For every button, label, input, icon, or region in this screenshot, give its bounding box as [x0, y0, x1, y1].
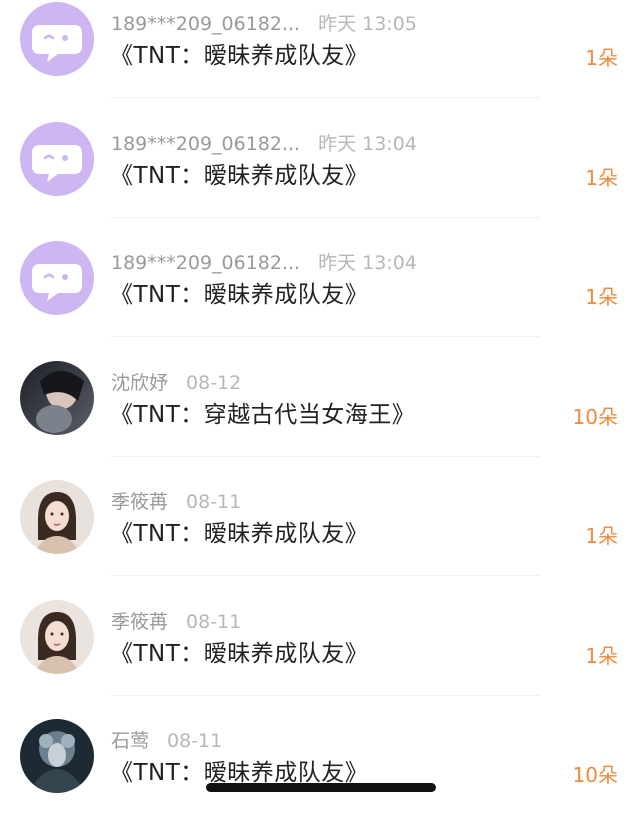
photo-avatar — [20, 599, 94, 674]
timestamp: 昨天 13:04 — [318, 132, 417, 155]
home-indicator[interactable] — [206, 783, 436, 792]
book-title[interactable]: 《TNT：暧昧养成队友》 — [110, 753, 368, 787]
photo-avatar — [20, 719, 94, 793]
list-item[interactable]: 季筱苒 08-11 《TNT：暧昧养成队友》 1朵 — [0, 478, 640, 598]
timestamp: 08-12 — [186, 371, 242, 394]
photo-avatar — [20, 480, 94, 554]
flower-count: 1朵 — [585, 643, 618, 668]
username[interactable]: 沈欣妤 — [111, 368, 168, 395]
timestamp: 08-11 — [186, 491, 242, 513]
flower-count: 1朵 — [585, 46, 618, 70]
meta-line: 季筱苒 08-11 — [111, 607, 241, 634]
meta-line: 189***209_06182... 昨天 13:05 — [111, 9, 417, 36]
meta-line: 189***209_06182... 昨天 13:04 — [111, 129, 417, 156]
chat-bubble-icon — [32, 144, 82, 182]
chat-bubble-icon — [32, 25, 82, 62]
flower-count: 10朵 — [572, 404, 618, 429]
book-title[interactable]: 《TNT：暧昧养成队友》 — [110, 634, 368, 668]
user-avatar[interactable] — [20, 480, 94, 554]
default-avatar[interactable] — [20, 121, 94, 196]
username[interactable]: 季筱苒 — [111, 607, 168, 634]
divider — [111, 694, 540, 696]
list-item[interactable]: 189***209_06182... 昨天 13:04 《TNT：暧昧养成队友》 … — [0, 239, 640, 359]
user-avatar[interactable] — [20, 360, 94, 435]
divider — [111, 216, 540, 218]
username[interactable]: 石莺 — [111, 726, 149, 753]
timestamp: 昨天 13:05 — [318, 13, 417, 35]
timestamp: 08-11 — [167, 730, 223, 752]
book-title[interactable]: 《TNT：暧昧养成队友》 — [110, 156, 368, 190]
flower-count: 1朵 — [585, 524, 618, 548]
list-item[interactable]: 189***209_06182... 昨天 13:04 《TNT：暧昧养成队友》 … — [0, 120, 640, 240]
chat-bubble-icon — [32, 264, 82, 301]
photo-avatar — [20, 360, 94, 435]
timestamp: 昨天 13:04 — [318, 252, 417, 274]
username[interactable]: 189***209_06182... — [111, 133, 300, 155]
username[interactable]: 189***209_06182... — [111, 252, 300, 274]
flower-count: 1朵 — [585, 165, 618, 190]
book-title[interactable]: 《TNT：穿越古代当女海王》 — [110, 395, 415, 429]
flower-count: 1朵 — [585, 285, 618, 309]
book-title[interactable]: 《TNT：暧昧养成队友》 — [110, 275, 368, 309]
flower-count: 10朵 — [572, 763, 618, 787]
divider — [111, 575, 540, 576]
username[interactable]: 189***209_06182... — [111, 13, 300, 35]
list-item[interactable]: 石莺 08-11 《TNT：暧昧养成队友》 10朵 — [0, 717, 640, 837]
timestamp: 08-11 — [186, 610, 242, 633]
meta-line: 沈欣妤 08-12 — [111, 368, 241, 395]
default-avatar[interactable] — [20, 2, 94, 76]
meta-line: 189***209_06182... 昨天 13:04 — [111, 248, 417, 275]
list-item[interactable]: 沈欣妤 08-12 《TNT：穿越古代当女海王》 10朵 — [0, 359, 640, 479]
list-item[interactable]: 189***209_06182... 昨天 13:05 《TNT：暧昧养成队友》 … — [0, 0, 640, 120]
username[interactable]: 季筱苒 — [111, 487, 168, 514]
user-avatar[interactable] — [20, 599, 94, 674]
default-avatar[interactable] — [20, 241, 94, 315]
meta-line: 季筱苒 08-11 — [111, 487, 241, 514]
divider — [111, 336, 540, 337]
book-title[interactable]: 《TNT：暧昧养成队友》 — [110, 514, 368, 548]
book-title[interactable]: 《TNT：暧昧养成队友》 — [110, 36, 368, 70]
list-item[interactable]: 季筱苒 08-11 《TNT：暧昧养成队友》 1朵 — [0, 598, 640, 718]
meta-line: 石莺 08-11 — [111, 726, 222, 753]
divider — [111, 455, 540, 457]
user-avatar[interactable] — [20, 719, 94, 793]
divider — [111, 97, 540, 98]
